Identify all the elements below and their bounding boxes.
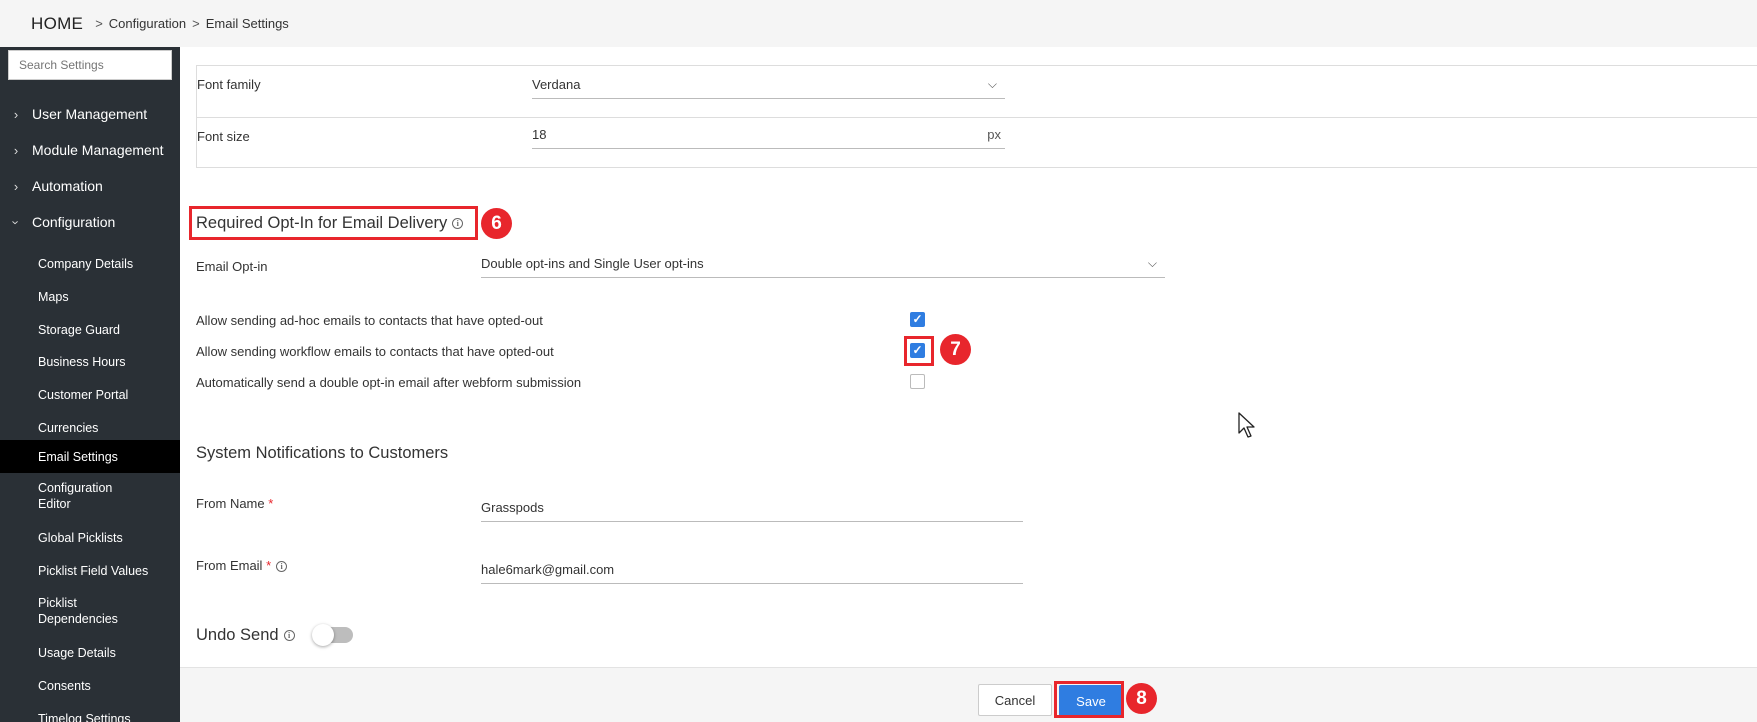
undo-send-toggle[interactable] xyxy=(312,624,353,646)
required-mark: * xyxy=(268,496,274,511)
font-family-select[interactable]: Verdana ⌵ xyxy=(532,77,1005,99)
required-mark: * xyxy=(266,558,272,573)
highlight-box xyxy=(1054,681,1124,718)
toggle-knob xyxy=(312,624,334,646)
sidebar-item-picklist-field-values[interactable]: Picklist Field Values xyxy=(0,554,180,587)
chevron-right-icon: › xyxy=(13,106,19,122)
chevron-right-icon: › xyxy=(13,178,19,194)
cancel-button[interactable]: Cancel xyxy=(978,684,1052,716)
sidebar-item-storage-guard[interactable]: Storage Guard xyxy=(0,313,180,346)
sidebar-item-picklist-dependencies[interactable]: Picklist Dependencies xyxy=(0,592,140,630)
font-size-input[interactable]: 18 px xyxy=(532,127,1005,149)
checkbox-label-double-optin: Automatically send a double opt-in email… xyxy=(196,375,582,390)
adhoc-optout-checkbox[interactable]: ✓ xyxy=(910,312,925,327)
sidebar-item-email-settings[interactable]: Email Settings xyxy=(0,440,180,473)
breadcrumb-home[interactable]: HOME xyxy=(31,14,83,34)
info-icon[interactable]: i xyxy=(276,561,288,573)
sidebar-item-global-picklists[interactable]: Global Picklists xyxy=(0,521,180,554)
settings-sidebar: › User Management › Module Management › … xyxy=(0,47,180,722)
notifications-section-title: System Notifications to Customers xyxy=(196,444,449,462)
sidebar-item-timelog-settings[interactable]: Timelog Settings xyxy=(0,702,180,722)
sidebar-item-consents[interactable]: Consents xyxy=(0,669,180,702)
highlight-box xyxy=(189,206,478,240)
undo-send-title: Undo Send i xyxy=(196,626,295,645)
font-size-unit: px xyxy=(987,127,1001,142)
from-email-label: From Email * i xyxy=(196,558,288,573)
checkbox-label-workflow: Allow sending workflow emails to contact… xyxy=(196,344,554,359)
sidebar-group-label: User Management xyxy=(32,106,148,122)
step-badge-7: 7 xyxy=(940,334,971,365)
highlight-box xyxy=(904,336,934,366)
double-optin-webform-checkbox[interactable] xyxy=(910,374,925,389)
from-email-input[interactable]: hale6mark@gmail.com xyxy=(481,562,1023,584)
sidebar-item-company-details[interactable]: Company Details xyxy=(0,247,180,280)
sidebar-item-business-hours[interactable]: Business Hours xyxy=(0,345,180,378)
divider xyxy=(197,117,1757,118)
footer-action-bar xyxy=(180,667,1757,722)
step-badge-6: 6 xyxy=(481,208,512,239)
sidebar-group-configuration[interactable]: › Configuration xyxy=(0,207,180,237)
sidebar-item-customer-portal[interactable]: Customer Portal xyxy=(0,378,180,411)
search-settings-input[interactable] xyxy=(8,50,172,80)
breadcrumb-separator: > xyxy=(95,16,103,31)
from-name-label: From Name * xyxy=(196,496,274,511)
breadcrumb: HOME > Configuration > Email Settings xyxy=(0,0,1757,47)
sidebar-group-label: Automation xyxy=(32,178,103,194)
sidebar-group-module-management[interactable]: › Module Management xyxy=(0,135,180,165)
from-name-input[interactable]: Grasspods xyxy=(481,500,1023,522)
info-icon[interactable]: i xyxy=(283,630,295,642)
chevron-down-icon: ⌵ xyxy=(987,77,997,91)
email-optin-select[interactable]: Double opt-ins and Single User opt-ins ⌵ xyxy=(481,256,1165,278)
mouse-cursor-icon xyxy=(1238,412,1255,438)
breadcrumb-separator: > xyxy=(192,16,200,31)
sidebar-item-configuration-editor[interactable]: Configuration Editor xyxy=(0,477,140,515)
chevron-down-icon: › xyxy=(8,219,24,225)
sidebar-item-usage-details[interactable]: Usage Details xyxy=(0,636,180,669)
sidebar-group-automation[interactable]: › Automation xyxy=(0,171,180,201)
sidebar-item-maps[interactable]: Maps xyxy=(0,280,180,313)
chevron-right-icon: › xyxy=(13,142,19,158)
sidebar-group-user-management[interactable]: › User Management xyxy=(0,99,180,129)
step-badge-8: 8 xyxy=(1126,683,1157,714)
chevron-down-icon: ⌵ xyxy=(1147,256,1157,270)
font-size-label: Font size xyxy=(197,129,250,144)
sidebar-group-label: Configuration xyxy=(32,214,116,230)
email-optin-label: Email Opt-in xyxy=(196,259,268,274)
checkbox-label-adhoc: Allow sending ad-hoc emails to contacts … xyxy=(196,313,543,328)
breadcrumb-configuration[interactable]: Configuration xyxy=(109,16,186,31)
font-family-label: Font family xyxy=(197,77,261,92)
sidebar-group-label: Module Management xyxy=(32,142,164,158)
breadcrumb-email-settings: Email Settings xyxy=(205,16,289,31)
